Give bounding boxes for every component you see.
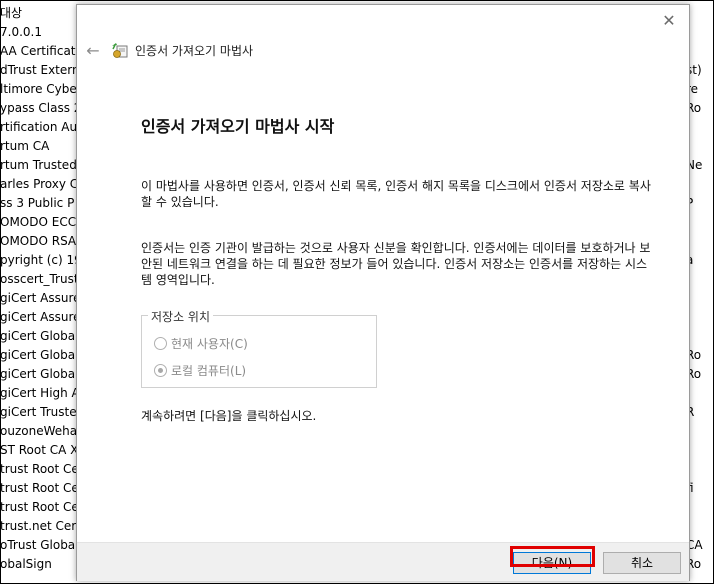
background-list-item[interactable]: 7.0.0.1 [0, 23, 42, 42]
background-list-item[interactable]: ouzoneWehag [0, 422, 80, 441]
local-machine-radio[interactable]: 로컬 컴퓨터(L) [154, 362, 246, 379]
certificate-import-wizard-dialog: ✕ ← 인증서 가져오기 마법사 인증서 가져오기 마법사 시작 이 마법사를 … [76, 4, 690, 581]
current-user-label: 현재 사용자(C) [171, 337, 248, 351]
background-certificate-list: 대상 7.0.0.1 AA Certificate dTrust Externa lti… [0, 0, 80, 584]
certificate-wizard-icon [112, 43, 128, 58]
background-list-item[interactable]: giCert Trusted [0, 403, 80, 422]
background-list-item[interactable]: giCert Global [0, 365, 78, 384]
next-button[interactable]: 다음(N) [513, 552, 591, 574]
background-list-item[interactable]: giCert Global [0, 327, 78, 346]
wizard-title: 인증서 가져오기 마법사 [135, 44, 254, 58]
local-machine-label: 로컬 컴퓨터(L) [171, 364, 247, 378]
intro-paragraph: 이 마법사를 사용하면 인증서, 인증서 신뢰 목록, 인증서 해지 목록을 디… [141, 179, 651, 209]
continue-instruction: 계속하려면 [다음]을 클릭하십시오. [141, 409, 317, 423]
background-list-item[interactable]: rtum CA [0, 137, 49, 156]
background-list-item[interactable]: trust.net Certi [0, 517, 80, 536]
background-list-item[interactable]: arles Proxy C [0, 175, 78, 194]
background-list-item[interactable]: ST Root CA X3 [0, 441, 80, 460]
background-list-item[interactable]: pyright (c) 19 [0, 251, 80, 270]
background-list-item[interactable]: OMODO ECC C [0, 213, 80, 232]
background-list-item[interactable]: AA Certificate [0, 42, 80, 61]
back-arrow-icon[interactable]: ← [83, 41, 103, 61]
background-list-item[interactable]: ss 3 Public P [0, 194, 74, 213]
background-list-item[interactable]: rtification Aut [0, 118, 80, 137]
background-list-item[interactable]: osscert_Trust_ [0, 270, 80, 289]
background-list-item[interactable]: oTrust Global [0, 536, 79, 555]
background-list-item[interactable]: giCert High A [0, 384, 80, 403]
background-list-item[interactable]: giCert Global [0, 346, 78, 365]
radio-button-checked-icon [154, 364, 167, 377]
dialog-footer: 다음(N) 취소 [77, 542, 689, 581]
background-list-item[interactable]: giCert Assured [0, 289, 80, 308]
background-list-item[interactable]: giCert Assured [0, 308, 80, 327]
store-location-legend: 저장소 위치 [148, 308, 214, 325]
radio-button-icon [154, 337, 167, 350]
background-list-item[interactable]: obalSign [0, 555, 52, 574]
background-list-item[interactable]: rtum Trusted [0, 156, 77, 175]
background-list-item[interactable]: dTrust Externa [0, 61, 80, 80]
background-list-item[interactable]: trust Root Cer [0, 460, 80, 479]
page-heading: 인증서 가져오기 마법사 시작 [141, 117, 335, 136]
background-list-item[interactable]: ypass Class 2 [0, 99, 80, 118]
description-paragraph: 인증서는 인증 기관이 발급하는 것으로 사용자 신분을 확인합니다. 인증서에… [141, 241, 651, 287]
background-list-right-column: st)reRoNePaRoRoRfiCARo [686, 0, 714, 584]
cancel-button[interactable]: 취소 [603, 552, 681, 574]
background-list-item[interactable]: ltimore Cyber [0, 80, 80, 99]
background-list-item[interactable]: 대상 [0, 4, 22, 23]
background-list-item[interactable]: trust Root Cer [0, 479, 80, 498]
store-location-group: 저장소 위치 현재 사용자(C) 로컬 컴퓨터(L) [141, 308, 377, 388]
current-user-radio[interactable]: 현재 사용자(C) [154, 335, 248, 352]
background-list-item[interactable]: OMODO RSA C [0, 232, 80, 251]
background-list-item[interactable]: trust Root Cer [0, 498, 80, 517]
close-icon[interactable]: ✕ [661, 13, 677, 29]
